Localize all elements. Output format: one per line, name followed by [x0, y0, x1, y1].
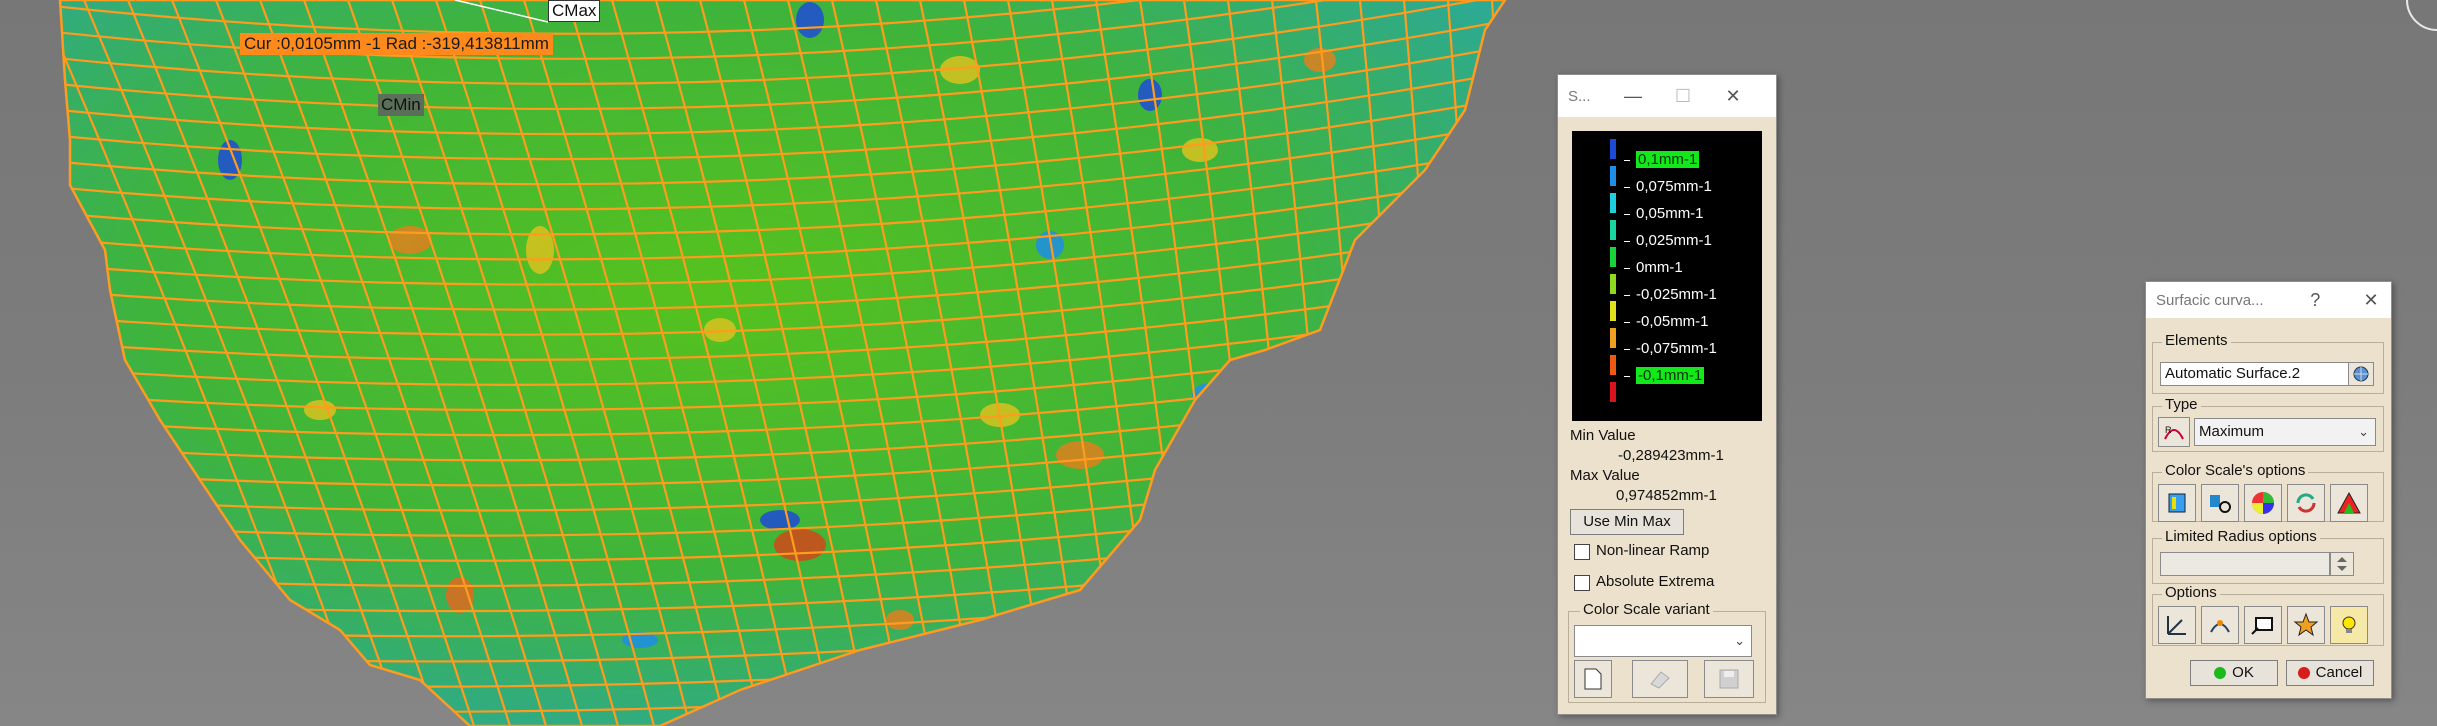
ok-label: OK — [2232, 664, 2254, 681]
elements-field[interactable]: Automatic Surface.2 — [2160, 362, 2350, 386]
color-scale-window: S... — ☐ ✕ 0,1mm-1 0,075mm-1 0,05mm-1 0,025… — [1557, 74, 1777, 715]
help-icon[interactable]: ? — [2295, 290, 2335, 311]
color-scale-tick — [1624, 187, 1630, 188]
refresh-icon[interactable] — [2287, 484, 2325, 522]
lightbulb-icon[interactable] — [2330, 606, 2368, 644]
color-scale-tick — [1624, 322, 1630, 323]
type-select[interactable]: Maximum ⌄ — [2194, 418, 2376, 446]
cancel-label: Cancel — [2315, 664, 2363, 681]
curvature-surface — [58, 0, 1507, 726]
spinner-icon[interactable] — [2330, 552, 2354, 576]
type-value: Maximum — [2199, 423, 2265, 440]
save-icon — [1704, 660, 1754, 698]
color-scale-label[interactable]: 0mm-1 — [1636, 259, 1683, 276]
on-the-fly-icon[interactable] — [2201, 606, 2239, 644]
nonlinear-ramp-label: Non-linear Ramp — [1596, 542, 1710, 559]
color-scale-label[interactable]: -0,075mm-1 — [1636, 340, 1717, 357]
compass-icon[interactable] — [2406, 0, 2437, 31]
color-scale-tick — [1624, 268, 1630, 269]
cmin-label: CMin — [378, 94, 424, 116]
maximize-icon: ☐ — [1674, 85, 1692, 106]
min-value: -0,289423mm-1 — [1618, 447, 1724, 464]
frame-icon[interactable] — [2244, 606, 2282, 644]
color-scale-tick — [1624, 214, 1630, 215]
close-icon[interactable]: ✕ — [2351, 290, 2391, 311]
color-scale-segment — [1610, 139, 1616, 159]
color-scale-tick — [1624, 160, 1630, 161]
color-scale-label[interactable]: 0,025mm-1 — [1636, 232, 1712, 249]
color-scale-segment — [1610, 301, 1616, 321]
color-scale-variant-label: Color Scale variant — [1580, 601, 1713, 618]
min-value-label: Min Value — [1570, 427, 1636, 444]
color-scale-tick — [1624, 349, 1630, 350]
color-scale-label[interactable]: 0,1mm-1 — [1636, 151, 1700, 168]
eraser-icon — [1632, 660, 1688, 698]
color-scale-display-icon[interactable] — [2158, 484, 2196, 522]
star-icon[interactable] — [2287, 606, 2325, 644]
color-scale-label[interactable]: -0,05mm-1 — [1636, 313, 1709, 330]
cancel-icon — [2297, 667, 2310, 680]
ok-button[interactable]: OK — [2190, 660, 2278, 686]
color-scale-label[interactable]: 0,075mm-1 — [1636, 178, 1712, 195]
triangle-icon[interactable] — [2330, 484, 2368, 522]
chevron-down-icon: ⌄ — [2358, 424, 2369, 439]
color-scale-segment — [1610, 166, 1616, 186]
type-label: Type — [2162, 396, 2201, 413]
surfacic-curvature-window: Surfacic curva... ? ✕ Elements Automatic… — [2145, 281, 2392, 699]
cancel-button[interactable]: Cancel — [2286, 660, 2374, 686]
close-icon[interactable]: ✕ — [1708, 86, 1758, 107]
elements-label: Elements — [2162, 332, 2231, 349]
curvature-analysis-icon[interactable] — [2201, 484, 2239, 522]
nonlinear-ramp-checkbox[interactable] — [1574, 544, 1590, 560]
limited-radius-field[interactable] — [2160, 552, 2330, 576]
color-scale-segment — [1610, 355, 1616, 375]
color-wheel-icon[interactable] — [2244, 484, 2282, 522]
color-scale-options-label: Color Scale's options — [2162, 462, 2309, 479]
options-label: Options — [2162, 584, 2220, 601]
selection-globe-icon[interactable] — [2348, 362, 2374, 386]
minimize-icon[interactable]: — — [1608, 86, 1658, 107]
svg-text:R: R — [2165, 425, 2172, 435]
ok-icon — [2214, 667, 2227, 680]
curvature-type-icon: R — [2158, 417, 2190, 447]
color-scale-label[interactable]: 0,05mm-1 — [1636, 205, 1704, 222]
color-scale-tick — [1624, 295, 1630, 296]
axis-icon[interactable] — [2158, 606, 2196, 644]
max-value-label: Max Value — [1570, 467, 1640, 484]
color-scale-segment — [1610, 274, 1616, 294]
max-value: 0,974852mm-1 — [1616, 487, 1717, 504]
color-scale-segment — [1610, 247, 1616, 267]
surfacic-curvature-titlebar[interactable]: Surfacic curva... ? ✕ — [2146, 282, 2391, 318]
color-scale-label[interactable]: -0,1mm-1 — [1636, 367, 1705, 384]
window-title: Surfacic curva... — [2156, 291, 2264, 309]
limited-radius-label: Limited Radius options — [2162, 528, 2320, 545]
use-min-max-button[interactable]: Use Min Max — [1570, 509, 1684, 535]
new-variant-icon[interactable] — [1574, 660, 1612, 698]
color-scale-segment — [1610, 382, 1616, 402]
absolute-extrema-checkbox[interactable] — [1574, 575, 1590, 591]
color-scale-segment — [1610, 328, 1616, 348]
color-scale-segment — [1610, 193, 1616, 213]
color-scale-tick — [1624, 376, 1630, 377]
chevron-down-icon: ⌄ — [1734, 633, 1745, 648]
color-scale-bar[interactable]: 0,1mm-1 0,075mm-1 0,05mm-1 0,025mm-1 0mm-1 -0… — [1572, 131, 1762, 421]
color-scale-segment — [1610, 220, 1616, 240]
color-scale-titlebar[interactable]: S... — ☐ ✕ — [1558, 75, 1776, 117]
curvature-readout-label: Cur :0,0105mm -1 Rad :-319,413811mm — [240, 33, 553, 55]
color-scale-tick — [1624, 241, 1630, 242]
color-scale-variant-select[interactable]: ⌄ — [1574, 625, 1752, 657]
absolute-extrema-label: Absolute Extrema — [1596, 573, 1715, 590]
window-title: S... — [1568, 87, 1591, 105]
color-scale-label[interactable]: -0,025mm-1 — [1636, 286, 1717, 303]
3d-viewport[interactable] — [0, 0, 2437, 726]
cmax-label: CMax — [548, 0, 601, 22]
